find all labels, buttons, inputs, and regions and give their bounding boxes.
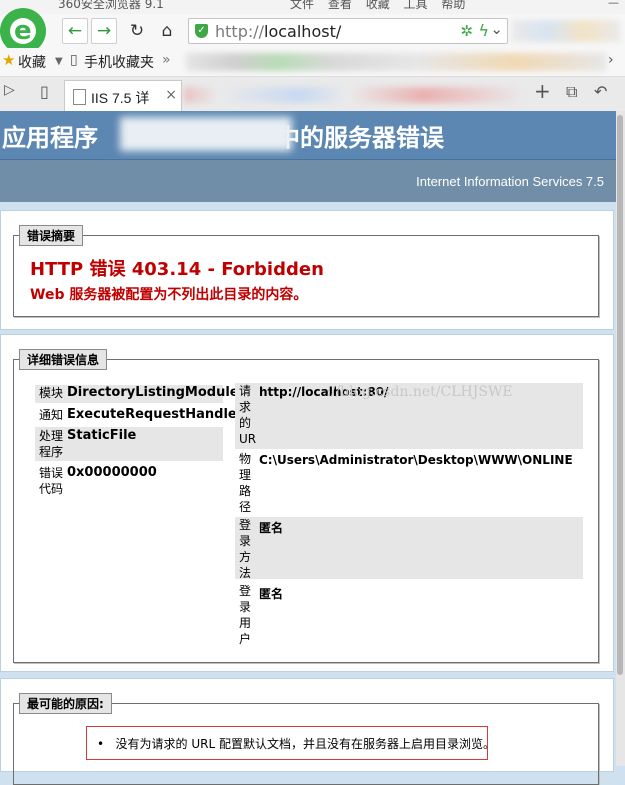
tab-label: IIS 7.5 详 [91, 90, 150, 106]
forward-button[interactable]: → [91, 18, 117, 44]
address-dropdown-icon[interactable]: ⌄ [490, 20, 503, 38]
iis-version: Internet Information Services 7.5 [416, 174, 604, 189]
new-tab-button[interactable]: + [534, 79, 551, 103]
watermark: ://blog.csdn.net/CLHJSWE [326, 384, 513, 400]
error-message: Web 服务器被配置为不列出此目录的内容。 [30, 287, 308, 303]
redacted-toolbar [512, 20, 620, 42]
scrollbar-thumb[interactable] [617, 115, 623, 675]
phone-icon[interactable]: ▯ [40, 82, 49, 101]
detail-value: DirectoryListingModule [67, 385, 239, 400]
star-icon: ★ [2, 51, 16, 69]
page-header: 应用程序 中的服务器错误 [0, 111, 616, 160]
detail-value: 匿名 [259, 587, 284, 601]
menu-item-tools[interactable]: 工具 [404, 0, 428, 11]
undo-close-icon[interactable]: ↶ [594, 82, 607, 101]
address-text[interactable]: http://localhost/ [215, 22, 341, 41]
detail-row-logon-user: 登录用户 匿名 [235, 583, 583, 645]
page-document-icon [73, 89, 86, 105]
detail-key: 模块 [39, 386, 64, 400]
title-end: 中的服务器错误 [276, 123, 444, 152]
detail-key: 请求的 URL [239, 384, 257, 449]
error-title: HTTP 错误 403.14 - Forbidden [30, 259, 324, 280]
summary-panel: HTTP 错误 403.14 - Forbidden Web 服务器被配置为不列… [0, 210, 614, 330]
detail-row-module: 模块 DirectoryListingModule [35, 385, 239, 403]
restore-tabs-icon[interactable]: ⧉ [566, 82, 577, 102]
address-bar[interactable]: ✓ http://localhost/ ✲ ϟ ⌄ [188, 18, 508, 44]
detail-value: 匿名 [259, 521, 284, 535]
more-favorites-icon[interactable]: » [162, 52, 171, 68]
summary-fieldset: HTTP 错误 403.14 - Forbidden Web 服务器被配置为不列… [13, 235, 599, 317]
detail-value: 0x00000000 [67, 465, 157, 480]
page-scrollbar[interactable] [616, 111, 625, 766]
tab-iis-error[interactable]: IIS 7.5 详 × [64, 80, 182, 112]
page-subheader: Internet Information Services 7.5 [0, 160, 616, 202]
navigation-bar: e ← → ↻ ⌂ ✓ http://localhost/ ✲ ϟ ⌄ [0, 8, 625, 54]
detail-key: 登录方法 [239, 518, 252, 579]
security-shield-icon[interactable]: ✓ [195, 24, 208, 38]
menu-bar: 文件 查看 收藏 工具 帮助 [290, 0, 465, 12]
speed-mode-icon[interactable]: ϟ [478, 21, 489, 40]
detail-row-logon-method: 登录方法 匿名 [235, 517, 583, 579]
detail-value: ExecuteRequestHandler [67, 407, 244, 422]
redacted-app-name [120, 117, 292, 151]
favorites-dropdown-icon[interactable]: ▼ [55, 56, 63, 67]
cause-text: 没有为请求的 URL 配置默认文档，并且没有在服务器上启用目录浏览。 [115, 737, 495, 751]
menu-item-file[interactable]: 文件 [290, 0, 314, 11]
url-host: localhost/ [264, 22, 342, 41]
menu-item-help[interactable]: 帮助 [441, 0, 465, 11]
cause-highlight-box: • 没有为请求的 URL 配置默认文档，并且没有在服务器上启用目录浏览。 [86, 726, 495, 760]
sidebar-toggle-icon[interactable]: ▷ [4, 82, 15, 98]
detail-row-physical-path: 物理路径 C:\Users\Administrator\Desktop\WWW\… [235, 451, 583, 515]
detail-key: 错误代码 [39, 466, 64, 496]
detail-key: 通知 [39, 408, 64, 422]
cause-item: • 没有为请求的 URL 配置默认文档，并且没有在服务器上启用目录浏览。 [97, 737, 495, 751]
redacted-bookmarks [186, 53, 606, 71]
compat-mode-icon[interactable]: ✲ [460, 22, 473, 40]
reload-button[interactable]: ↻ [124, 18, 150, 44]
detail-row-notification: 通知 ExecuteRequestHandler [35, 407, 243, 425]
home-button[interactable]: ⌂ [154, 18, 180, 44]
detail-key: 物理路径 [239, 452, 252, 514]
detail-row-error-code: 错误代码 0x00000000 [35, 465, 223, 499]
favorites-button[interactable]: 收藏 [18, 52, 46, 72]
tab-close-icon[interactable]: × [165, 87, 177, 103]
window-title: 360安全浏览器 9.1 [58, 0, 164, 11]
mobile-icon: ▯ [70, 52, 78, 68]
mobile-favorites-link[interactable]: 手机收藏夹 [84, 52, 154, 72]
detail-key: 处理程序 [39, 429, 64, 459]
detail-value: C:\Users\Administrator\Desktop\WWW\ONLIN… [259, 453, 573, 467]
menu-item-favorites[interactable]: 收藏 [366, 0, 390, 11]
details-legend: 详细错误信息 [19, 349, 108, 370]
detail-value: StaticFile [67, 428, 137, 443]
title-start: 应用程序 [2, 123, 98, 152]
details-panel: 详细错误信息 模块 DirectoryListingModule 通知 Exec… [0, 334, 614, 672]
tab-bar: ▷ ▯ IIS 7.5 详 × + ⧉ ↶ [0, 77, 625, 112]
detail-row-handler: 处理程序 StaticFile [35, 427, 223, 461]
summary-legend: 错误摘要 [19, 225, 84, 246]
favorites-bar: ★ 收藏 ▼ ▯ 手机收藏夹 » › [0, 48, 625, 77]
redacted-tabs [184, 87, 526, 103]
menu-item-view[interactable]: 查看 [328, 0, 352, 11]
url-protocol: http:// [215, 22, 265, 41]
causes-legend: 最可能的原因: [19, 693, 112, 714]
back-button[interactable]: ← [62, 18, 88, 44]
window-titlebar: 360安全浏览器 9.1 文件 查看 收藏 工具 帮助 — [0, 0, 625, 14]
logo-letter: e [14, 16, 32, 46]
detail-key: 登录用户 [239, 584, 252, 645]
minimize-icon[interactable]: — [608, 0, 619, 9]
chevron-right-icon[interactable]: › [608, 52, 614, 68]
